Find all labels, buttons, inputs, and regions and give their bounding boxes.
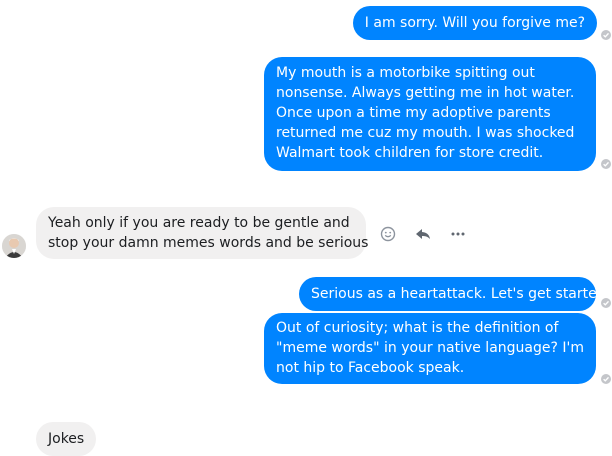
message-text: I am sorry. Will you forgive me? (364, 15, 585, 31)
smiley-icon (380, 226, 396, 242)
react-button[interactable] (378, 224, 398, 244)
message-text-line: returned me cuz my mouth. I was shocked (276, 125, 575, 141)
message-text-line: nonsense. Always getting me in hot water… (276, 85, 575, 101)
message-bubble-outgoing[interactable]: Serious as a heartattack. Let's get star… (299, 277, 611, 311)
message-text-line: Walmart took children for store credit. (276, 145, 544, 161)
message-bubble-outgoing[interactable]: Out of curiosity; what is the definition… (264, 313, 596, 384)
message-text-line: My mouth is a motorbike spitting out (276, 65, 535, 81)
message-text-line: Once upon a time my adoptive parents (276, 105, 551, 121)
more-icon (451, 232, 465, 236)
message-text-line: stop your damn memes words and be seriou… (48, 235, 369, 251)
avatar[interactable] (2, 234, 26, 258)
message-bubble-incoming[interactable]: Yeah only if you are ready to be gentle … (36, 207, 369, 259)
message-text-line: "meme words" in your native language? I'… (276, 340, 584, 356)
read-receipt-icon (601, 298, 611, 308)
avatar-icon (2, 234, 26, 258)
read-receipt-icon (601, 30, 611, 40)
reply-button[interactable] (413, 224, 433, 244)
message-bubble-outgoing[interactable]: I am sorry. Will you forgive me? (352, 6, 597, 40)
read-receipt-icon (601, 159, 611, 169)
message-text: Serious as a heartattack. Let's get star… (311, 286, 612, 302)
reply-icon (416, 229, 430, 239)
message-bubble-incoming[interactable]: Jokes (36, 422, 97, 456)
message-text-line: Out of curiosity; what is the definition… (276, 320, 559, 336)
read-receipt-icon (601, 374, 611, 384)
message-text: Jokes (48, 431, 85, 447)
message-text-line: Yeah only if you are ready to be gentle … (48, 215, 350, 231)
more-options-button[interactable] (448, 224, 468, 244)
message-text-line: not hip to Facebook speak. (276, 360, 465, 376)
message-bubble-outgoing[interactable]: My mouth is a motorbike spitting out non… (264, 57, 596, 171)
